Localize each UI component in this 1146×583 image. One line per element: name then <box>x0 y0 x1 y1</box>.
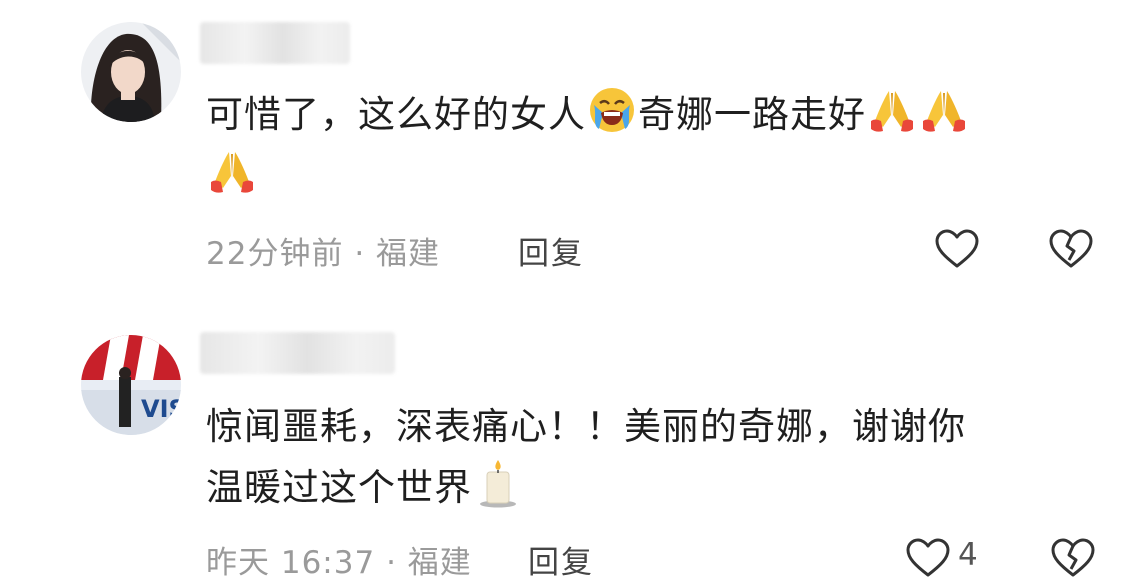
comment-time: 22分钟前 <box>206 236 344 272</box>
svg-text:VIS: VIS <box>141 395 181 423</box>
meta-separator: · <box>354 236 366 272</box>
comment-text: 可惜了，这么好的女人 奇娜一路走好 <box>206 84 1106 206</box>
comment-meta: 22分钟前 · 福建 <box>206 228 440 273</box>
comment-location: 福建 <box>407 545 472 581</box>
comment-text: 惊闻噩耗，深表痛心！！美丽的奇娜，谢谢你 温暖过这个世界 <box>206 396 1106 518</box>
username[interactable] <box>200 22 350 64</box>
loudly-crying-face-icon <box>590 88 634 132</box>
comment-text-line: 惊闻噩耗，深表痛心！！美丽的奇娜，谢谢你 <box>206 405 966 448</box>
comment-item: 可惜了，这么好的女人 奇娜一路走好 22分钟前 · 福建 回复 <box>0 0 1146 300</box>
folded-hands-icon <box>211 152 253 193</box>
comment-meta: 昨天 16:37 · 福建 <box>206 537 472 582</box>
comment-text-part: 可惜了，这么好的女人 <box>206 93 586 136</box>
heart-outline-icon[interactable] <box>905 537 951 579</box>
comment-time: 昨天 16:37 <box>206 545 376 581</box>
avatar[interactable] <box>81 22 181 122</box>
reply-button[interactable]: 回复 <box>528 537 594 582</box>
like-count: 4 <box>958 537 978 573</box>
comment-location: 福建 <box>376 236 441 272</box>
candle-icon <box>480 460 516 508</box>
avatar[interactable]: VIS <box>81 335 181 435</box>
broken-heart-icon[interactable] <box>1050 537 1096 579</box>
heart-outline-icon[interactable] <box>934 228 980 270</box>
broken-heart-icon[interactable] <box>1048 228 1094 270</box>
comment-text-line: 温暖过这个世界 <box>206 466 472 509</box>
folded-hands-icon <box>871 91 913 132</box>
comment-text-part: 奇娜一路走好 <box>638 93 866 136</box>
reply-button[interactable]: 回复 <box>518 228 584 273</box>
username[interactable] <box>200 332 395 374</box>
folded-hands-icon <box>923 91 965 132</box>
comment-item: VIS 惊闻噩耗，深表痛心！！美丽的奇娜，谢谢你 温暖过这个世界 昨天 16:3… <box>0 315 1146 581</box>
meta-separator: · <box>386 545 397 581</box>
